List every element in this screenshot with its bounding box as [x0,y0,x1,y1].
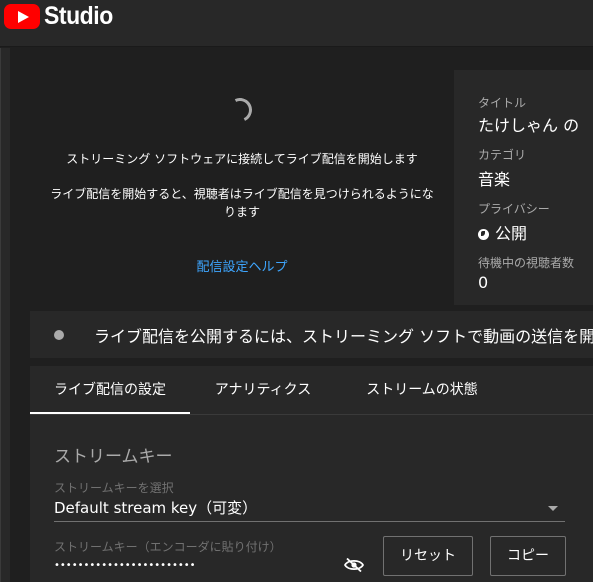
select-underline [54,521,565,522]
title-value: たけしゃん の [478,116,580,135]
globe-icon [478,229,489,240]
privacy-text: 公開 [495,224,528,243]
tab-analytics[interactable]: アナリティクス [190,366,336,414]
stream-key-section-title: ストリームキー [54,447,173,467]
banner-text: ライブ配信を公開するには、ストリーミング ソフトで動画の送信を開 [94,327,593,346]
status-dot-icon [54,330,64,340]
logo-text: Studio [44,2,113,30]
tab-stream-settings[interactable]: ライブ配信の設定 [30,366,190,414]
left-rail [0,48,10,582]
tab-stream-health[interactable]: ストリームの状態 [336,366,508,414]
rail-divider [0,48,1,582]
stream-key-field-label: ストリームキー（エンコーダに貼り付け） [54,540,282,554]
waiting-viewers-value: 0 [478,273,489,292]
copy-button[interactable]: コピー [490,536,566,576]
connect-message: ストリーミング ソフトウェアに接続してライブ配信を開始します [66,152,418,166]
stream-key-select-label: ストリームキーを選択 [54,481,174,495]
viewers-message: ライブ配信を開始すると、視聴者はライブ配信を見つけられるようになります [50,187,434,219]
waiting-viewers-label: 待機中の視聴者数 [478,256,575,270]
eye-off-icon[interactable] [344,558,364,572]
reset-button[interactable]: リセット [383,536,473,576]
category-value: 音楽 [478,170,511,189]
stream-settings-card: ライブ配信の設定 アナリティクス ストリームの状態 ストリームキー ストリームキ… [30,366,593,582]
stream-info-panel: タイトル たけしゃん の カテゴリ 音楽 プライバシー 公開 待機中の視聴者数 … [454,70,593,305]
tab-divider [30,414,593,415]
top-app-bar: Studio [0,0,593,47]
category-label: カテゴリ [478,148,527,162]
dropdown-arrow-icon[interactable] [548,506,558,511]
youtube-play-icon [4,4,40,29]
stream-key-field[interactable]: •••••••••••••••••••••••• [54,560,196,571]
stream-key-select[interactable]: Default stream key（可変） [54,497,257,518]
stream-help-link[interactable]: 配信設定ヘルプ [30,256,454,275]
privacy-value: 公開 [478,220,527,244]
stream-preview: ストリーミング ソフトウェアに接続してライブ配信を開始します ライブ配信を開始す… [30,70,454,305]
title-label: タイトル [478,96,527,110]
loading-spinner-icon [224,94,256,126]
privacy-label: プライバシー [478,202,550,216]
status-banner: ライブ配信を公開するには、ストリーミング ソフトで動画の送信を開 [30,311,593,358]
studio-logo[interactable]: Studio [4,2,119,31]
